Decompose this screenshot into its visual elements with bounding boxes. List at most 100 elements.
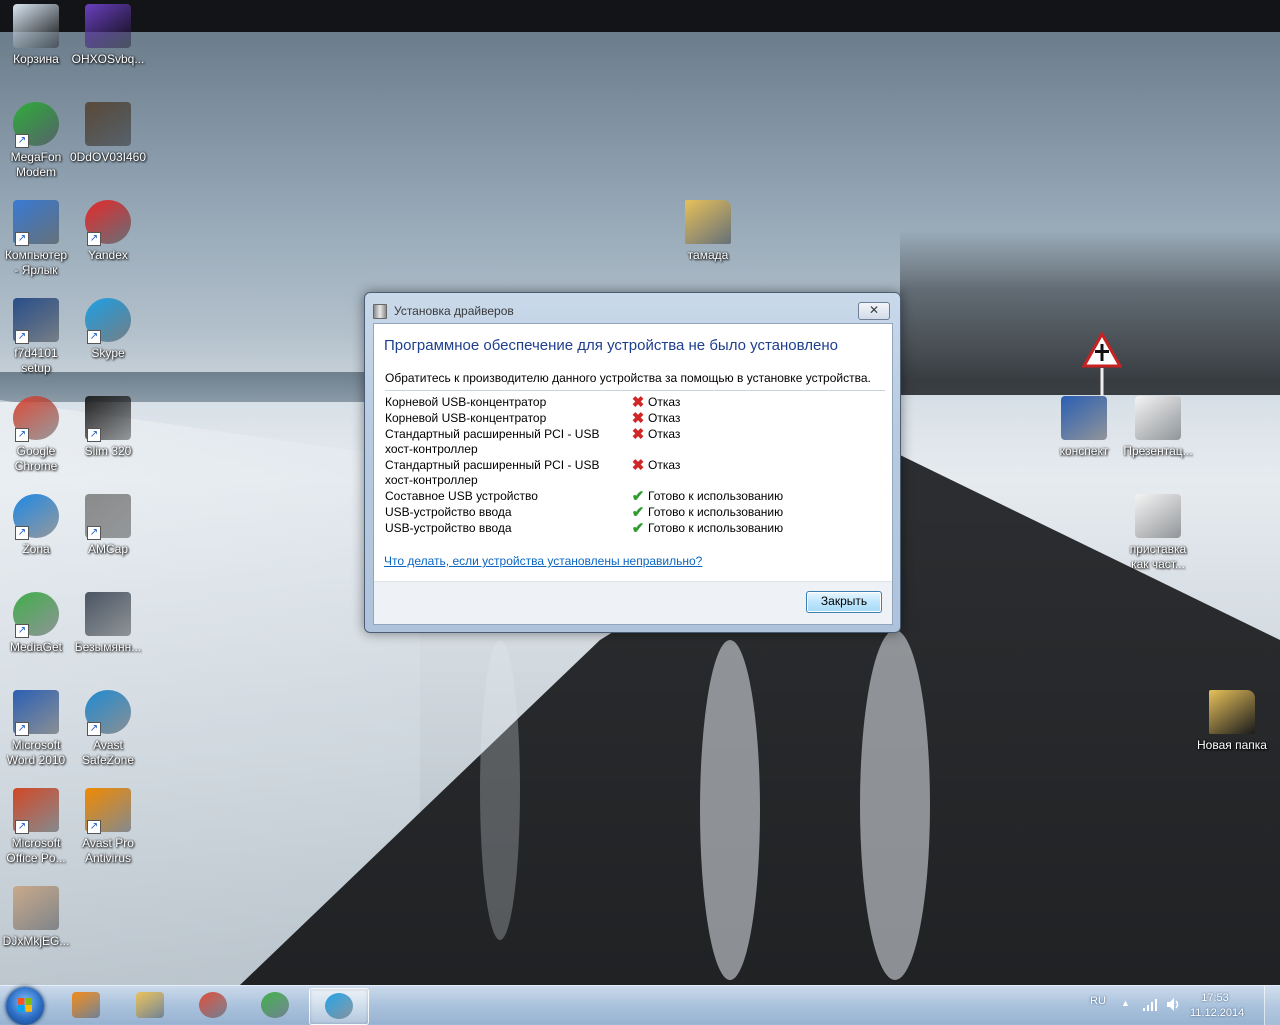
yandex-browser-icon: ↗ — [85, 200, 131, 246]
shortcut-arrow-icon: ↗ — [15, 624, 29, 638]
taskbar-app-button[interactable] — [57, 988, 115, 1023]
amcap-icon: ↗ — [85, 494, 131, 540]
checkmark-icon: ✔ — [631, 488, 645, 505]
chrome-icon: ↗ — [13, 396, 59, 442]
device-status: ✖ Отказ — [630, 410, 681, 426]
desktop-icon[interactable]: Новая папка — [1192, 690, 1272, 753]
dialog-footer: Закрыть — [374, 581, 892, 624]
desktop-icon[interactable]: 0DdOV03I460 — [68, 102, 148, 165]
desktop-icon[interactable]: ↗ f7d4101 setup — [0, 298, 76, 376]
desktop-icon[interactable]: Безымянн... — [68, 592, 148, 655]
desktop-icon[interactable]: ↗ Microsoft Word 2010 — [0, 690, 76, 768]
desktop-icon-label: Avast SafeZone — [81, 738, 135, 767]
separator — [385, 390, 885, 391]
recycle-bin-icon — [13, 4, 59, 48]
powerpoint-icon: ↗ — [13, 788, 59, 834]
dialog-heading: Программное обеспечение для устройства н… — [384, 337, 838, 354]
device-status: ✖ Отказ — [630, 394, 681, 410]
desktop-icon[interactable]: DJxMkjEG... — [0, 886, 76, 949]
folder-icon — [1209, 690, 1255, 734]
desktop-icon[interactable]: OHXOSvbq... — [68, 4, 148, 67]
computer-icon: ↗ — [13, 200, 59, 246]
desktop-icon-label: конспект — [1059, 444, 1109, 458]
shortcut-arrow-icon: ↗ — [87, 232, 101, 246]
device-name: Корневой USB-концентратор — [385, 411, 547, 425]
checkmark-icon: ✔ — [631, 520, 645, 537]
desktop-icon-label: OHXOSvbq... — [71, 52, 145, 66]
start-button[interactable] — [6, 987, 44, 1025]
desktop-icon[interactable]: ↗ Avast SafeZone — [68, 690, 148, 768]
desktop-icon[interactable]: приставка как част... — [1118, 494, 1198, 572]
taskbar-app-button[interactable] — [184, 988, 242, 1023]
driver-install-dialog: Установка драйверов ✕ Программное обеспе… — [364, 292, 901, 633]
desktop-icon[interactable]: ↗ Zona — [0, 494, 76, 557]
desktop-icon-label: Презентац... — [1123, 444, 1193, 458]
desktop-icon-label: Slim 320 — [84, 444, 132, 458]
desktop-icon[interactable]: ↗ MediaGet — [0, 592, 76, 655]
setup-icon: ↗ — [13, 298, 59, 344]
explorer-icon — [136, 992, 164, 1018]
device-installer-icon — [373, 304, 387, 319]
desktop-icon[interactable]: ↗ Google Chrome — [0, 396, 76, 474]
device-row: Корневой USB-концентратор ✖ Отказ — [385, 410, 875, 426]
dialog-close-button[interactable]: ✕ — [858, 302, 890, 320]
device-row: USB-устройство ввода ✔ Готово к использова… — [385, 520, 875, 536]
show-desktop-button[interactable] — [1264, 986, 1280, 1025]
dialog-title: Установка драйверов — [394, 304, 514, 318]
close-button[interactable]: Закрыть — [806, 591, 882, 613]
shortcut-arrow-icon: ↗ — [15, 330, 29, 344]
taskbar-app-button[interactable] — [246, 988, 304, 1023]
system-clock[interactable]: 17:53 11.12.2014 — [1190, 991, 1244, 1021]
desktop-icon-label: MediaGet — [9, 640, 63, 654]
device-row: Стандартный расширенный PCI - USB хост-к… — [385, 457, 875, 488]
language-indicator[interactable]: RU — [1090, 995, 1106, 1007]
desktop-icon[interactable]: ↗ Skype — [68, 298, 148, 361]
zona-icon: ↗ — [13, 494, 59, 540]
desktop-icon-label: Microsoft Word 2010 — [6, 738, 66, 767]
desktop-icon[interactable]: Корзина — [0, 4, 76, 67]
device-status: ✖ Отказ — [630, 457, 681, 488]
show-hidden-icons-button[interactable]: ▲ — [1121, 998, 1130, 1008]
dialog-content: Программное обеспечение для устройства н… — [373, 323, 893, 625]
desktop-icon[interactable]: ↗ MegaFon Modem — [0, 102, 76, 180]
skype-icon: ↗ — [85, 298, 131, 344]
clock-time: 17:53 — [1201, 992, 1229, 1004]
help-link[interactable]: Что делать, если устройства установлены … — [384, 554, 702, 568]
desktop-icon-label: Корзина — [13, 52, 59, 66]
device-row: Корневой USB-концентратор ✖ Отказ — [385, 394, 875, 410]
wallpaper-track — [700, 640, 760, 980]
desktop-icon-label: Yandex — [88, 248, 128, 262]
desktop-icon[interactable]: ↗ Slim 320 — [68, 396, 148, 459]
megafon-modem-icon: ↗ — [13, 102, 59, 148]
error-x-icon: ✖ — [631, 426, 645, 443]
desktop-icon-label: Avast Pro Antivirus — [82, 836, 134, 865]
device-name: Стандартный расширенный PCI - USB хост-к… — [385, 458, 600, 487]
network-signal-icon[interactable] — [1142, 998, 1158, 1012]
desktop-icon[interactable]: ↗ Microsoft Office Po... — [0, 788, 76, 866]
desktop-icon[interactable]: конспект — [1044, 396, 1124, 459]
device-status: ✔ Готово к использованию — [630, 504, 783, 520]
image-file-icon — [85, 102, 131, 146]
shortcut-arrow-icon: ↗ — [87, 526, 101, 540]
taskbar-app-button[interactable] — [121, 988, 179, 1023]
device-row: Составное USB устройство ✔ Готово к исполь… — [385, 488, 875, 504]
folder-icon — [685, 200, 731, 244]
desktop-icon[interactable]: ↗ Avast Pro Antivirus — [68, 788, 148, 866]
taskbar-app-button[interactable] — [309, 988, 369, 1025]
desktop-icon[interactable]: тамада — [668, 200, 748, 263]
device-name: USB-устройство ввода — [385, 505, 512, 519]
device-status-text: Готово к использованию — [648, 489, 784, 503]
device-status-text: Отказ — [648, 458, 681, 472]
image-file-icon — [85, 4, 131, 48]
desktop-icon[interactable]: ↗ AMCap — [68, 494, 148, 557]
word-icon: ↗ — [13, 690, 59, 736]
error-x-icon: ✖ — [631, 457, 645, 474]
desktop-icon-label: f7d4101 setup — [14, 346, 58, 375]
desktop-icon[interactable]: Презентац... — [1118, 396, 1198, 459]
desktop-icon[interactable]: ↗ Компьютер - Ярлык — [0, 200, 76, 278]
shortcut-arrow-icon: ↗ — [15, 722, 29, 736]
desktop-icon-label: AMCap — [87, 542, 128, 556]
desktop-icon[interactable]: ↗ Yandex — [68, 200, 148, 263]
dialog-titlebar[interactable]: Установка драйверов ✕ — [365, 293, 900, 325]
volume-icon[interactable] — [1166, 997, 1180, 1012]
